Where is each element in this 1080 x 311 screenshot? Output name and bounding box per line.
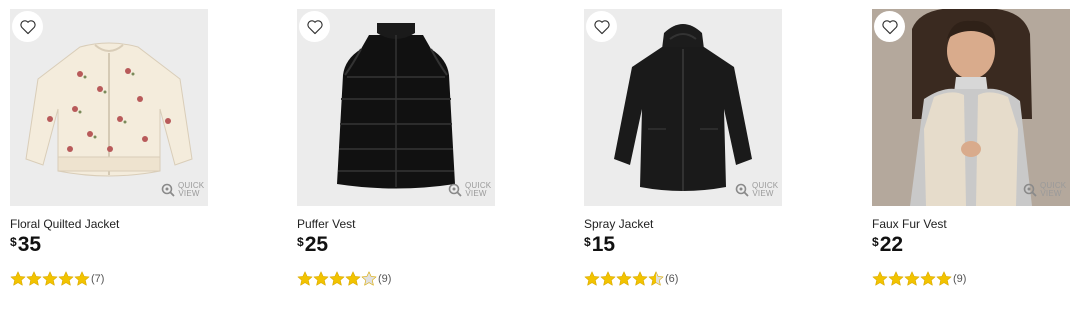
product-price: $15 bbox=[584, 233, 782, 257]
magnifier-icon bbox=[161, 183, 175, 197]
product-price: $25 bbox=[297, 233, 495, 257]
star-icon bbox=[920, 271, 936, 286]
favorite-button[interactable] bbox=[299, 11, 330, 42]
currency-symbol: $ bbox=[10, 235, 17, 249]
favorite-button[interactable] bbox=[874, 11, 905, 42]
star-icon bbox=[74, 271, 90, 286]
price-value: 25 bbox=[304, 233, 329, 256]
star-rating bbox=[297, 271, 377, 287]
product-name[interactable]: Faux Fur Vest bbox=[872, 217, 1070, 231]
star-icon bbox=[632, 271, 648, 286]
favorite-button[interactable] bbox=[586, 11, 617, 42]
star-icon bbox=[313, 271, 329, 286]
magnifier-icon bbox=[1023, 183, 1037, 197]
star-rating bbox=[872, 271, 952, 287]
star-icon bbox=[616, 271, 632, 286]
puffer-vest-image bbox=[297, 9, 495, 206]
star-icon bbox=[329, 271, 345, 286]
product-grid: QUICK VIEW Floral Quilted Jacket $35 (7) bbox=[0, 0, 1080, 311]
price-value: 35 bbox=[17, 233, 42, 256]
rating[interactable]: (9) bbox=[297, 271, 495, 287]
star-icon bbox=[888, 271, 904, 286]
star-icon bbox=[648, 271, 664, 286]
heart-icon bbox=[19, 19, 36, 34]
product-name[interactable]: Puffer Vest bbox=[297, 217, 495, 231]
quick-view-label: QUICK VIEW bbox=[1040, 181, 1067, 198]
star-rating bbox=[10, 271, 90, 287]
heart-icon bbox=[881, 19, 898, 34]
quick-view-button[interactable]: QUICK VIEW bbox=[735, 181, 779, 198]
currency-symbol: $ bbox=[584, 235, 591, 249]
favorite-button[interactable] bbox=[12, 11, 43, 42]
star-icon bbox=[345, 271, 361, 286]
quick-view-button[interactable]: QUICK VIEW bbox=[1023, 181, 1067, 198]
magnifier-icon bbox=[735, 183, 749, 197]
star-icon bbox=[600, 271, 616, 286]
quick-view-button[interactable]: QUICK VIEW bbox=[161, 181, 205, 198]
review-count: (7) bbox=[91, 273, 105, 285]
star-icon bbox=[872, 271, 888, 286]
product-name[interactable]: Floral Quilted Jacket bbox=[10, 217, 208, 231]
rating[interactable]: (9) bbox=[872, 271, 1070, 287]
quick-view-button[interactable]: QUICK VIEW bbox=[448, 181, 492, 198]
price-value: 22 bbox=[879, 233, 904, 256]
product-price: $35 bbox=[10, 233, 208, 257]
rating[interactable]: (6) bbox=[584, 271, 782, 287]
product-card[interactable]: QUICK VIEW Spray Jacket $15 (6) bbox=[584, 9, 782, 287]
star-icon bbox=[904, 271, 920, 286]
star-icon bbox=[26, 271, 42, 286]
product-image[interactable]: QUICK VIEW bbox=[10, 9, 208, 206]
star-icon bbox=[10, 271, 26, 286]
review-count: (6) bbox=[665, 273, 679, 285]
product-card[interactable]: QUICK VIEW Puffer Vest $25 (9) bbox=[297, 9, 495, 287]
product-price: $22 bbox=[872, 233, 1070, 257]
star-icon bbox=[297, 271, 313, 286]
review-count: (9) bbox=[953, 273, 967, 285]
magnifier-icon bbox=[448, 183, 462, 197]
currency-symbol: $ bbox=[872, 235, 879, 249]
star-icon bbox=[58, 271, 74, 286]
star-icon bbox=[584, 271, 600, 286]
star-rating bbox=[584, 271, 664, 287]
star-icon bbox=[936, 271, 952, 286]
star-icon bbox=[361, 271, 377, 286]
quick-view-label: QUICK VIEW bbox=[178, 181, 205, 198]
quick-view-label: QUICK VIEW bbox=[465, 181, 492, 198]
product-image[interactable]: QUICK VIEW bbox=[872, 9, 1070, 206]
rating[interactable]: (7) bbox=[10, 271, 208, 287]
heart-icon bbox=[306, 19, 323, 34]
price-value: 15 bbox=[591, 233, 616, 256]
product-image[interactable]: QUICK VIEW bbox=[584, 9, 782, 206]
heart-icon bbox=[593, 19, 610, 34]
product-name[interactable]: Spray Jacket bbox=[584, 217, 782, 231]
product-card[interactable]: QUICK VIEW Faux Fur Vest $22 (9) bbox=[872, 9, 1070, 287]
quick-view-label: QUICK VIEW bbox=[752, 181, 779, 198]
review-count: (9) bbox=[378, 273, 392, 285]
faux-fur-vest-image bbox=[872, 9, 1070, 206]
floral-jacket-image bbox=[10, 9, 208, 206]
star-icon bbox=[42, 271, 58, 286]
currency-symbol: $ bbox=[297, 235, 304, 249]
product-image[interactable]: QUICK VIEW bbox=[297, 9, 495, 206]
product-card[interactable]: QUICK VIEW Floral Quilted Jacket $35 (7) bbox=[10, 9, 208, 287]
spray-jacket-image bbox=[584, 9, 782, 206]
